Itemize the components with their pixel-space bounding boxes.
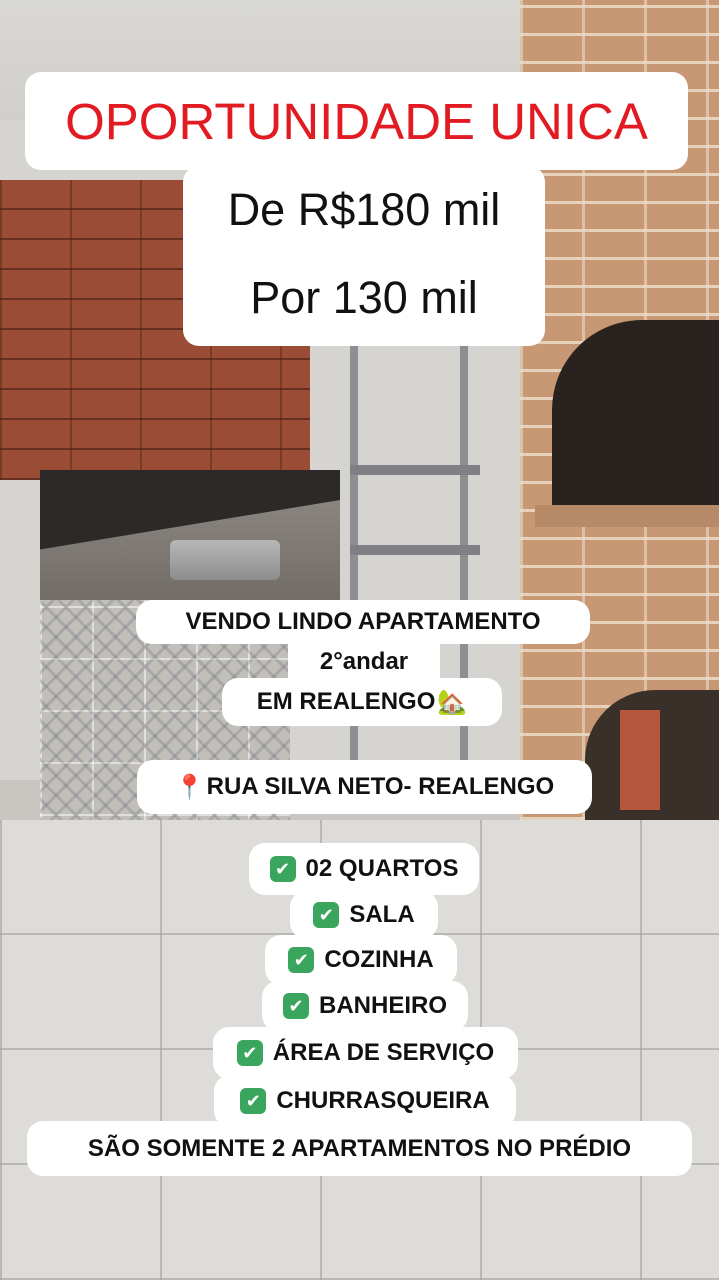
grill-shelf <box>535 505 719 527</box>
check-icon: ✔ <box>269 856 296 882</box>
feature-item: ✔ ÁREA DE SERVIÇO <box>213 1027 518 1079</box>
feature-item: ✔ COZINHA <box>265 935 457 985</box>
listing-line-3-text: EM REALENGO <box>256 688 436 715</box>
check-icon: ✔ <box>236 1040 263 1066</box>
house-icon: 🏡 <box>437 688 468 716</box>
listing-line-3: EM REALENGO 🏡 <box>222 678 502 726</box>
price-from: De R$180 mil <box>183 166 545 254</box>
address: 📍 RUA SILVA NETO- REALENGO <box>137 760 592 814</box>
check-icon: ✔ <box>240 1088 267 1114</box>
feature-label: CHURRASQUEIRA <box>276 1087 490 1114</box>
brick-block <box>620 710 660 810</box>
footer-note: SÃO SOMENTE 2 APARTAMENTOS NO PRÉDIO <box>27 1121 692 1176</box>
feature-label: 02 QUARTOS <box>305 855 459 882</box>
listing-line-1: VENDO LINDO APARTAMENTO <box>136 600 590 644</box>
feature-item: ✔ 02 QUARTOS <box>249 843 479 895</box>
grill-opening <box>552 320 719 510</box>
feature-label: ÁREA DE SERVIÇO <box>272 1039 495 1066</box>
address-text: RUA SILVA NETO- REALENGO <box>206 773 555 800</box>
price-to: Por 130 mil <box>183 250 545 346</box>
check-icon: ✔ <box>313 902 340 928</box>
sink <box>170 540 280 580</box>
check-icon: ✔ <box>282 993 309 1019</box>
feature-item: ✔ SALA <box>290 891 438 939</box>
check-icon: ✔ <box>288 947 315 973</box>
feature-item: ✔ CHURRASQUEIRA <box>214 1075 516 1127</box>
listing-line-2: 2°andar <box>288 642 440 682</box>
feature-label: BANHEIRO <box>318 992 447 1019</box>
feature-label: SALA <box>349 901 415 928</box>
headline: OPORTUNIDADE UNICA <box>25 72 688 170</box>
feature-item: ✔ BANHEIRO <box>262 981 468 1031</box>
feature-label: COZINHA <box>324 946 434 973</box>
location-pin-icon: 📍 <box>174 773 205 801</box>
